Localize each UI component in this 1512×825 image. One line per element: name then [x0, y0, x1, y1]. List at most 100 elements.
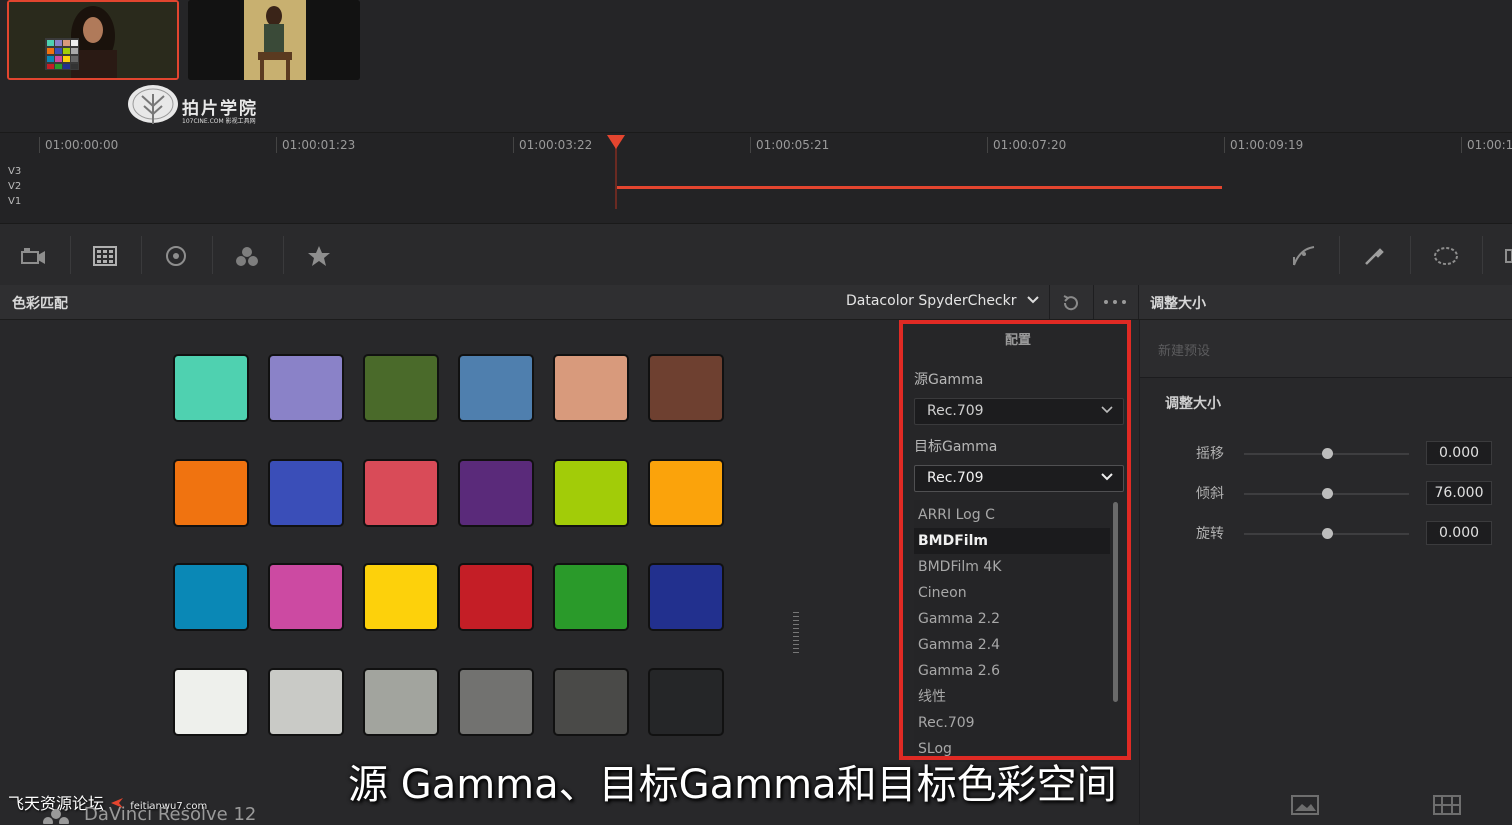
- slider-knob[interactable]: [1321, 448, 1333, 459]
- gamma-option[interactable]: Cineon: [914, 580, 1110, 606]
- target-gamma-value: Rec.709: [927, 470, 984, 486]
- track-label-v1: V1: [8, 196, 22, 207]
- gamma-option[interactable]: Gamma 2.2: [914, 606, 1110, 632]
- clip-thumbnail-selected[interactable]: [7, 0, 179, 80]
- color-swatch: [365, 356, 437, 420]
- playhead-line: [615, 143, 617, 209]
- app-name: DaVinci Resolve 12: [84, 804, 257, 825]
- slider-label: 倾斜: [1196, 486, 1224, 502]
- color-swatch: [555, 669, 627, 734]
- slider-knob[interactable]: [1321, 528, 1333, 539]
- color-swatch: [270, 669, 342, 734]
- color-swatch: [270, 356, 342, 420]
- color-swatch: [175, 669, 247, 734]
- timecode-label: 01:00:09:19: [1224, 137, 1303, 153]
- gamma-option[interactable]: BMDFilm 4K: [914, 554, 1110, 580]
- dropdown-scrollbar[interactable]: [1113, 502, 1118, 702]
- color-swatch: [650, 565, 722, 629]
- qualifier-eyedropper-icon[interactable]: [1360, 242, 1388, 270]
- resize-section-title: 调整大小: [1165, 396, 1221, 412]
- source-gamma-label: 源Gamma: [914, 372, 984, 388]
- color-swatch: [650, 460, 722, 525]
- color-swatch: [175, 356, 247, 420]
- slider-value-field[interactable]: 0.000: [1426, 441, 1492, 465]
- color-chart-dropdown[interactable]: Datacolor SpyderCheckr: [846, 293, 1039, 309]
- more-options-icon[interactable]: [1102, 294, 1128, 310]
- tree-icon: [128, 85, 178, 124]
- gamma-option[interactable]: BMDFilm: [914, 528, 1110, 554]
- slider-knob[interactable]: [1321, 488, 1333, 499]
- color-swatch: [175, 460, 247, 525]
- track-label-v3: V3: [8, 166, 22, 177]
- resize-panel: 新建预设 调整大小 摇移 0.000 倾斜 76.000 旋转 0.000: [1139, 320, 1512, 824]
- color-swatch: [365, 460, 437, 525]
- color-swatch: [460, 460, 532, 525]
- gamma-option[interactable]: Rec.709: [914, 710, 1110, 736]
- color-match-icon[interactable]: [91, 242, 119, 270]
- davinci-logo-icon: [43, 809, 69, 824]
- luts-icon[interactable]: [1432, 792, 1462, 818]
- slider-label: 旋转: [1196, 526, 1224, 542]
- mini-timeline[interactable]: 01:00:00:00 01:00:01:23 01:00:03:22 01:0…: [0, 132, 1512, 223]
- color-swatch: [555, 565, 627, 629]
- color-swatch: [650, 669, 722, 734]
- chevron-down-icon: [1101, 399, 1113, 424]
- slider-label: 摇移: [1196, 446, 1224, 462]
- timecode-label: 01:00:01:23: [276, 137, 355, 153]
- watermark-logo-subtext: 107CINE.COM 影视工具网: [182, 118, 256, 125]
- palette-header: 色彩匹配 Datacolor SpyderCheckr 调整大小: [0, 285, 1512, 320]
- rgb-mixer-icon[interactable]: [233, 242, 261, 270]
- panel-title: 色彩匹配: [12, 296, 68, 312]
- new-preset-field[interactable]: 新建预设: [1158, 340, 1210, 359]
- motion-effects-icon[interactable]: [304, 242, 332, 270]
- source-gamma-value: Rec.709: [927, 403, 984, 419]
- preset-row: 新建预设: [1140, 320, 1512, 378]
- color-swatch: [460, 669, 532, 734]
- camera-raw-icon[interactable]: [20, 242, 48, 270]
- color-swatch: [460, 356, 532, 420]
- color-swatch: [270, 565, 342, 629]
- gamma-option[interactable]: Gamma 2.4: [914, 632, 1110, 658]
- gamma-option[interactable]: ARRI Log C: [914, 502, 1110, 528]
- color-swatch: [365, 565, 437, 629]
- gallery-icon[interactable]: [1290, 792, 1320, 818]
- watermark-logo: 拍片学院 107CINE.COM 影视工具网: [126, 84, 266, 130]
- target-gamma-select[interactable]: Rec.709: [914, 465, 1124, 492]
- chevron-down-icon: [1101, 466, 1113, 491]
- panel-resize-handle[interactable]: [793, 612, 799, 656]
- timecode-label: 01:00:00:00: [39, 137, 118, 153]
- color-swatch: [555, 356, 627, 420]
- clip-thumbnail[interactable]: [188, 0, 360, 80]
- color-match-panel: 配置 源Gamma Rec.709 目标Gamma Rec.709 ARRI L…: [0, 320, 1138, 824]
- target-gamma-label: 目标Gamma: [914, 439, 998, 455]
- color-swatch: [555, 460, 627, 525]
- color-swatch: [460, 565, 532, 629]
- source-gamma-select[interactable]: Rec.709: [914, 398, 1124, 425]
- color-swatch: [650, 356, 722, 420]
- gamma-option[interactable]: 线性: [914, 684, 1110, 710]
- timecode-label: 01:00:07:20: [987, 137, 1066, 153]
- timecode-label: 01:00:05:21: [750, 137, 829, 153]
- slider-value-field[interactable]: 76.000: [1426, 481, 1492, 505]
- color-swatch: [270, 460, 342, 525]
- video-subtitle: 源 Gamma、目标Gamma和目标色彩空间: [348, 762, 1117, 808]
- timecode-label: 01:00:1: [1461, 137, 1512, 153]
- reset-icon[interactable]: [1060, 292, 1082, 314]
- color-chart-dropdown-label: Datacolor SpyderCheckr: [846, 293, 1017, 309]
- timeline-clip-bar[interactable]: [617, 186, 1222, 189]
- slider-value-field[interactable]: 0.000: [1426, 521, 1492, 545]
- curves-icon[interactable]: [1290, 242, 1318, 270]
- chevron-down-icon: [1027, 296, 1039, 304]
- right-panel-title: 调整大小: [1150, 296, 1206, 312]
- config-title: 配置: [1005, 333, 1032, 348]
- target-gamma-options: ARRI Log C BMDFilm BMDFilm 4K Cineon Gamma 2…: [914, 500, 1110, 762]
- power-window-icon[interactable]: [1432, 242, 1460, 270]
- playhead-handle[interactable]: [607, 135, 625, 149]
- color-swatch: [175, 565, 247, 629]
- more-tools-icon[interactable]: [1500, 242, 1512, 270]
- color-swatch: [365, 669, 437, 734]
- gamma-option[interactable]: Gamma 2.6: [914, 658, 1110, 684]
- color-wheels-icon[interactable]: [162, 242, 190, 270]
- clip-strip: 拍片学院 107CINE.COM 影视工具网: [0, 0, 1512, 132]
- timecode-label: 01:00:03:22: [513, 137, 592, 153]
